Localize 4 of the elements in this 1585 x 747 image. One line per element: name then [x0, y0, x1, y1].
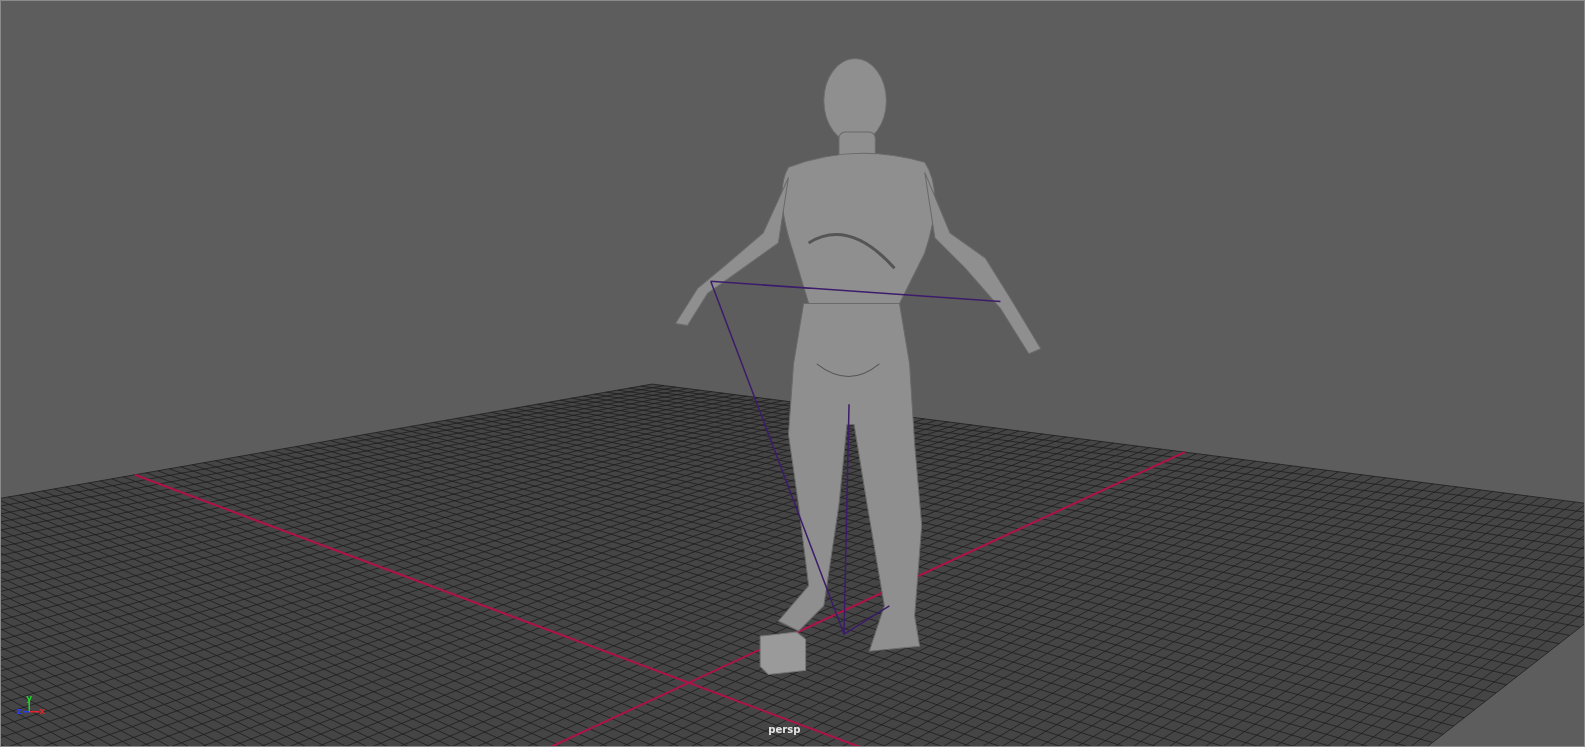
cube: [759, 631, 807, 675]
camera-label: persp: [768, 723, 801, 735]
axis-label: x: [39, 705, 46, 716]
axis-label: z: [16, 705, 22, 716]
